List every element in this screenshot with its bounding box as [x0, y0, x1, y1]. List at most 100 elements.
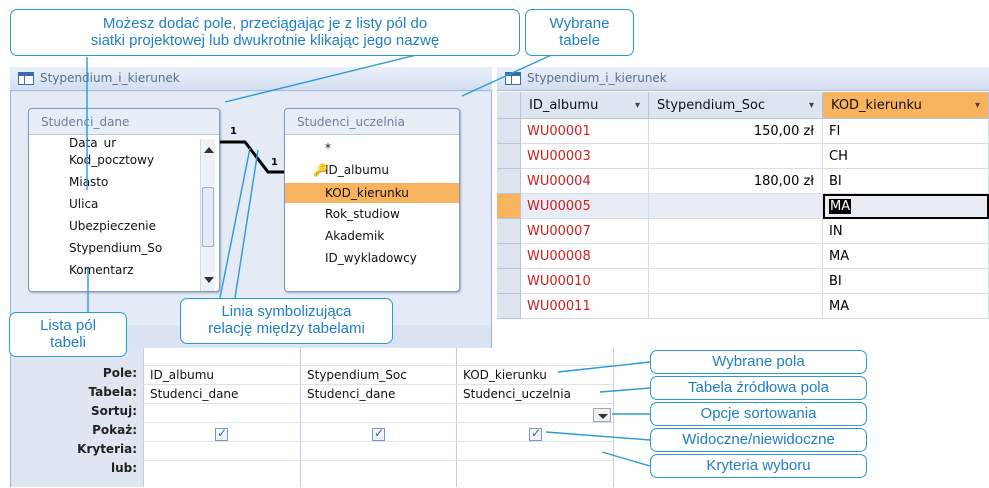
grid-label-field: Pole:: [102, 366, 137, 380]
row-selector[interactable]: [497, 169, 521, 194]
row-selector[interactable]: [497, 269, 521, 294]
field-item[interactable]: Rok_studiow: [285, 203, 459, 225]
grid-label-show: Pokaż:: [92, 423, 137, 437]
grid-sort-cell[interactable]: [301, 404, 456, 422]
query-window-title: Stypendium_i_kierunek: [40, 71, 180, 85]
cell-kod-kierunku[interactable]: MA: [823, 194, 989, 219]
query-icon: [505, 72, 521, 85]
chevron-down-icon[interactable]: ▾: [975, 92, 980, 119]
callout-text: Lista pól: [40, 317, 96, 334]
grid-sort-cell[interactable]: [457, 404, 612, 422]
callout-sort-options: Opcje sortowania: [650, 402, 867, 426]
cell-stypendium[interactable]: 150,00 zł: [649, 119, 823, 144]
field-item[interactable]: Komentarz: [29, 259, 219, 281]
cell-stypendium[interactable]: [649, 219, 823, 244]
grid-table-cell[interactable]: Studenci_dane: [301, 385, 456, 403]
callout-text: tabeli: [50, 334, 86, 351]
callout-text: Możesz dodać pole, przeciągając je z lis…: [102, 15, 428, 32]
grid-criteria-row[interactable]: [144, 442, 612, 460]
cell-kod-kierunku[interactable]: CH: [823, 144, 989, 169]
chevron-down-icon[interactable]: ▾: [635, 92, 640, 119]
table-studenci-uczelnia[interactable]: Studenci_uczelnia * 🔑 ID_albumu KOD_kier…: [284, 108, 460, 292]
key-icon: 🔑: [313, 163, 328, 177]
query-icon: [18, 72, 34, 85]
grid-label-sort: Sortuj:: [91, 404, 137, 418]
cell-id-albumu[interactable]: WU00007: [521, 219, 649, 244]
grid-or-row[interactable]: [144, 461, 612, 479]
callout-text: Linia symbolizująca: [221, 303, 352, 320]
cell-kod-kierunku[interactable]: MA: [823, 244, 989, 269]
show-checkbox[interactable]: [215, 426, 228, 441]
row-selector[interactable]: [497, 119, 521, 144]
field-list: * 🔑 ID_albumu KOD_kierunku Rok_studiow A…: [285, 139, 459, 269]
field-item-all[interactable]: *: [285, 139, 459, 157]
column-header[interactable]: ID_albumu ▾: [521, 92, 649, 119]
field-item[interactable]: ID_wykladowcy: [285, 247, 459, 269]
field-item[interactable]: Miasto: [29, 171, 219, 193]
cell-stypendium[interactable]: 180,00 zł: [649, 169, 823, 194]
relation-cardinality-left: 1: [230, 126, 237, 137]
scroll-up-icon[interactable]: [204, 147, 214, 153]
column-header-selected[interactable]: KOD_kierunku ▾: [823, 92, 989, 119]
cell-id-albumu[interactable]: WU00004: [521, 169, 649, 194]
cell-id-albumu[interactable]: WU00008: [521, 244, 649, 269]
field-list: Data_ur Kod_pocztowy Miasto Ulica Ubezpi…: [29, 137, 219, 281]
show-checkbox[interactable]: [529, 426, 542, 441]
table-name[interactable]: Studenci_dane: [29, 109, 219, 135]
cell-kod-kierunku[interactable]: BI: [823, 269, 989, 294]
cell-id-albumu[interactable]: WU00010: [521, 269, 649, 294]
table-studenci-dane[interactable]: Studenci_dane Data_ur Kod_pocztowy Miast…: [28, 108, 220, 292]
cell-id-albumu[interactable]: WU00011: [521, 294, 649, 319]
cell-stypendium[interactable]: [649, 244, 823, 269]
select-all-corner[interactable]: [497, 92, 521, 119]
cell-id-albumu[interactable]: WU00001: [521, 119, 649, 144]
cell-kod-kierunku[interactable]: IN: [823, 219, 989, 244]
show-checkbox[interactable]: [372, 426, 385, 441]
scroll-down-icon[interactable]: [204, 277, 214, 283]
field-list-scrollbar[interactable]: [200, 139, 215, 291]
field-item[interactable]: Ulica: [29, 193, 219, 215]
field-item[interactable]: Stypendium_So: [29, 237, 219, 259]
field-item[interactable]: Akademik: [285, 225, 459, 247]
callout-selected-fields: Wybrane pola: [650, 350, 867, 374]
callout-text: relację między tabelami: [208, 320, 365, 337]
chevron-down-icon[interactable]: ▾: [809, 92, 814, 119]
cell-stypendium[interactable]: [649, 294, 823, 319]
cell-stypendium[interactable]: [649, 144, 823, 169]
scroll-thumb[interactable]: [202, 187, 214, 247]
cell-kod-kierunku[interactable]: MA: [823, 294, 989, 319]
query-window-titlebar[interactable]: Stypendium_i_kierunek: [10, 67, 492, 91]
grid-label-criteria: Kryteria:: [77, 442, 137, 456]
field-item[interactable]: Kod_pocztowy: [29, 149, 219, 171]
cell-stypendium[interactable]: [649, 269, 823, 294]
grid-table-cell[interactable]: Studenci_dane: [144, 385, 299, 403]
cell-kod-kierunku[interactable]: BI: [823, 169, 989, 194]
cell-id-albumu[interactable]: WU00003: [521, 144, 649, 169]
column-header[interactable]: Stypendium_Soc ▾: [649, 92, 823, 119]
callout-text: siatki projektowej lub dwukrotnie klikaj…: [90, 32, 440, 49]
callout-text: Wybrane: [549, 15, 610, 32]
cell-kod-kierunku[interactable]: FI: [823, 119, 989, 144]
datasheet-titlebar[interactable]: Stypendium_i_kierunek: [497, 67, 989, 91]
grid-field-cell[interactable]: ID_albumu: [144, 366, 299, 384]
field-item[interactable]: Data_ur: [29, 137, 219, 149]
row-selector[interactable]: [497, 144, 521, 169]
sort-dropdown-button[interactable]: [593, 408, 611, 422]
field-label: ID_albumu: [325, 163, 389, 177]
row-selector[interactable]: [497, 244, 521, 269]
callout-selected-tables: Wybrane tabele: [525, 9, 634, 56]
callout-source-table: Tabela źródłowa pola: [650, 376, 867, 400]
field-item-selected[interactable]: KOD_kierunku: [285, 183, 459, 203]
row-selector[interactable]: [497, 294, 521, 319]
field-item[interactable]: 🔑 ID_albumu: [285, 157, 459, 183]
row-selector[interactable]: [497, 194, 521, 219]
field-item[interactable]: Ubezpieczenie: [29, 215, 219, 237]
cell-stypendium[interactable]: [649, 194, 823, 219]
cell-id-albumu[interactable]: WU00005: [521, 194, 649, 219]
grid-field-cell[interactable]: Stypendium_Soc: [301, 366, 456, 384]
grid-table-cell[interactable]: Studenci_uczelnia: [457, 385, 612, 403]
grid-field-cell[interactable]: KOD_kierunku: [457, 366, 612, 384]
grid-sort-cell[interactable]: [144, 404, 299, 422]
table-name[interactable]: Studenci_uczelnia: [285, 109, 459, 135]
row-selector[interactable]: [497, 219, 521, 244]
